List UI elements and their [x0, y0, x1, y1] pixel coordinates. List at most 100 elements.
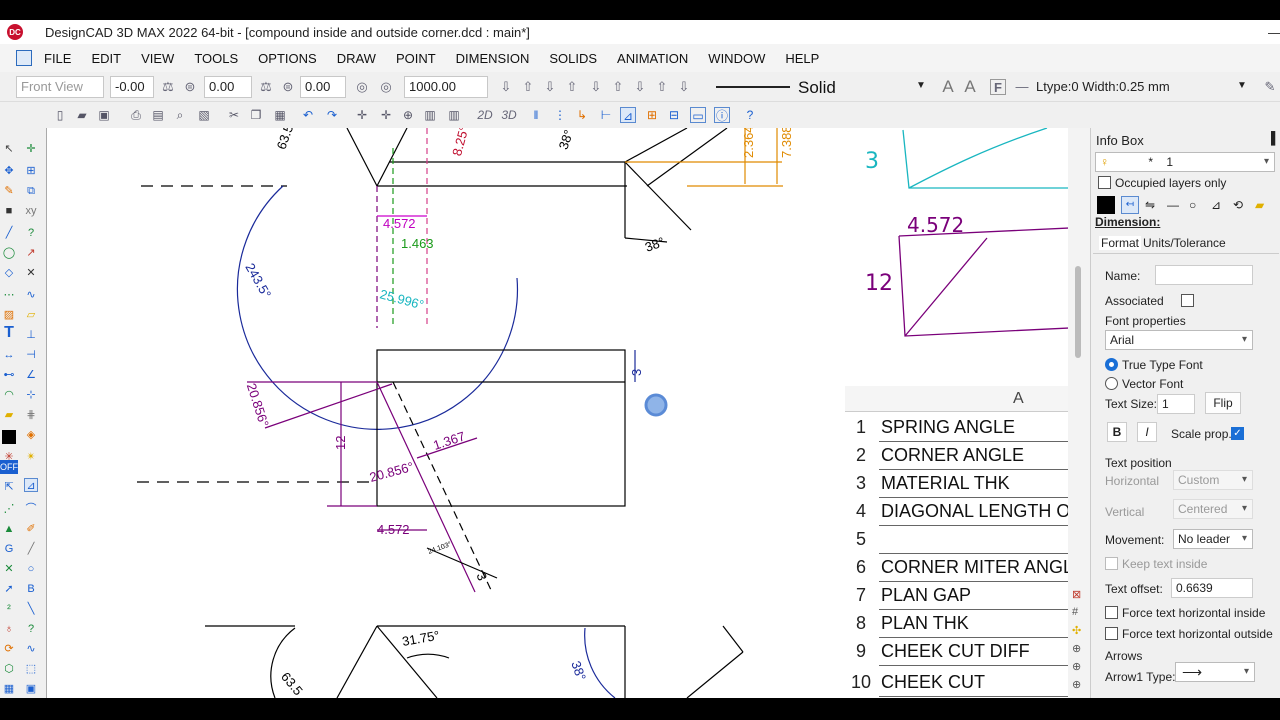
triangle-tool-icon[interactable]: ▲: [2, 522, 16, 536]
line-tool-icon[interactable]: ╱: [2, 226, 16, 240]
menu-options[interactable]: OPTIONS: [258, 51, 317, 66]
textsize-field[interactable]: 1: [1157, 394, 1195, 414]
dim-rotate-icon[interactable]: ⟲: [1233, 198, 1243, 212]
pointer4-icon[interactable]: ⇧: [564, 79, 580, 95]
text-tool-icon[interactable]: T: [2, 325, 16, 341]
arc-tool-icon[interactable]: ⌒: [24, 502, 38, 516]
menu-point[interactable]: POINT: [396, 51, 436, 66]
spiral2-icon[interactable]: ◎: [378, 79, 394, 95]
color-swatch[interactable]: [2, 430, 16, 444]
pointer5-icon[interactable]: ⇩: [588, 79, 604, 95]
menu-window[interactable]: WINDOW: [708, 51, 765, 66]
cut-icon[interactable]: ✂: [226, 107, 242, 123]
slash-tool-icon[interactable]: ╱: [24, 542, 38, 556]
undo-icon[interactable]: ↶: [300, 107, 316, 123]
sheet-grid-icon[interactable]: #: [1072, 606, 1078, 618]
layer-icon[interactable]: ▥: [422, 107, 438, 123]
drawing-canvas[interactable]: 63.5 8.25° 38° 2.364 7.388 38° 4.572 1.4…: [46, 128, 1068, 698]
pause-icon[interactable]: ‖: [528, 107, 544, 123]
row-number[interactable]: 10: [845, 672, 877, 693]
z-input[interactable]: 0.00: [300, 76, 346, 98]
row-number[interactable]: 1: [845, 417, 877, 438]
align-icon[interactable]: ⊟: [666, 107, 682, 123]
rotate-tool-icon[interactable]: ⟳: [2, 642, 16, 656]
spiral-icon[interactable]: ◎: [354, 79, 370, 95]
menu-solids[interactable]: SOLIDS: [549, 51, 597, 66]
pin-tool-icon[interactable]: ♁: [2, 622, 16, 636]
find-icon[interactable]: ⌕: [172, 107, 188, 123]
layer-select[interactable]: ♀ * 1 ▾: [1095, 152, 1275, 172]
pointer-icon[interactable]: ⇩: [498, 79, 514, 95]
pointer9-icon[interactable]: ⇩: [676, 79, 692, 95]
layer2-icon[interactable]: ▥: [446, 107, 462, 123]
2d-mode-button[interactable]: 2D: [474, 107, 496, 123]
move-tool-icon[interactable]: ✥: [2, 164, 16, 178]
question-tool-icon[interactable]: ?: [24, 622, 38, 636]
fill-tool-icon[interactable]: ▱: [24, 308, 38, 322]
zoom-icon[interactable]: ⊕: [400, 107, 416, 123]
lock2-icon[interactable]: ⊜: [280, 79, 296, 95]
row-number[interactable]: 3: [845, 473, 877, 494]
pin-icon[interactable]: ▌: [1271, 131, 1280, 145]
dim-style-icon[interactable]: ↤: [1121, 196, 1139, 214]
square-tool-icon[interactable]: ■: [2, 204, 16, 218]
snap-grid-icon[interactable]: ⊢: [598, 107, 614, 123]
name-field[interactable]: [1155, 265, 1253, 285]
menu-view[interactable]: VIEW: [141, 51, 174, 66]
print-preview-icon[interactable]: ▤: [150, 107, 166, 123]
point-tool-icon[interactable]: ✛: [24, 142, 38, 156]
lock-icon[interactable]: ⊜: [182, 79, 198, 95]
pointer2-icon[interactable]: ⇧: [520, 79, 536, 95]
paste-icon[interactable]: ▦: [272, 107, 288, 123]
menu-help[interactable]: HELP: [785, 51, 819, 66]
vector-radio[interactable]: [1105, 377, 1118, 390]
row-number[interactable]: 7: [845, 585, 877, 606]
scaleprop-checkbox[interactable]: ✓: [1231, 427, 1244, 440]
zoom-out-icon[interactable]: ⊕: [1072, 660, 1081, 673]
font-icon[interactable]: F: [990, 79, 1006, 95]
hatch-tool-icon[interactable]: ▨: [2, 308, 16, 322]
page-setup-icon[interactable]: ▧: [196, 107, 212, 123]
pointer7-icon[interactable]: ⇩: [632, 79, 648, 95]
scroll-thumb[interactable]: [1075, 266, 1081, 358]
circle-tool-icon[interactable]: ◯: [2, 246, 16, 260]
zoom-in-icon[interactable]: ⊕: [1072, 642, 1081, 655]
ruler-tool-icon[interactable]: ⊥: [24, 328, 38, 342]
black-color-swatch[interactable]: [1097, 196, 1115, 214]
open-folder-icon[interactable]: ▰: [74, 107, 90, 123]
pointer6-icon[interactable]: ⇧: [610, 79, 626, 95]
sheet-cell[interactable]: SPRING ANGLE: [881, 417, 1015, 438]
ortho-icon[interactable]: ↳: [574, 107, 590, 123]
brush-tool-icon[interactable]: ✐: [24, 522, 38, 536]
grid2-tool-icon[interactable]: ▦: [2, 682, 16, 696]
sheet-cell[interactable]: DIAGONAL LENGTH OF: [881, 501, 1068, 522]
window-icon[interactable]: ▭: [690, 107, 706, 123]
sheet-star-icon[interactable]: ✣: [1072, 624, 1081, 637]
dim-horizontal-icon[interactable]: ↔: [2, 348, 16, 362]
arrow1-select[interactable]: ⟶ ▾: [1175, 662, 1255, 682]
dim-arc-icon[interactable]: ◠: [2, 388, 16, 402]
column-header-a[interactable]: A: [1013, 390, 1024, 408]
link-tool-icon[interactable]: ⇱: [2, 480, 16, 494]
arrowhead-tool-icon[interactable]: ➚: [2, 582, 16, 596]
sheet-cell[interactable]: CORNER ANGLE: [881, 445, 1024, 466]
diamond-tool-icon[interactable]: ◇: [2, 266, 16, 280]
help-cursor-icon[interactable]: ?: [742, 107, 758, 123]
y-input[interactable]: 0.00: [204, 76, 252, 98]
italic-button[interactable]: I: [1137, 422, 1157, 442]
info-icon[interactable]: ⓘ: [714, 107, 730, 123]
tile-icon[interactable]: ⊞: [644, 107, 660, 123]
vertical-select[interactable]: Centered ▾: [1173, 499, 1253, 519]
dim-aligned-icon[interactable]: ⊷: [2, 368, 16, 382]
x-input[interactable]: -0.00: [110, 76, 154, 98]
sheet-tool-icon[interactable]: ⊠: [1072, 588, 1081, 601]
dim-leader-icon[interactable]: ▰: [2, 408, 16, 422]
row-number[interactable]: 2: [845, 445, 877, 466]
sheet-cell[interactable]: PLAN GAP: [881, 585, 971, 606]
row-number[interactable]: 9: [845, 641, 877, 662]
cross-tool-icon[interactable]: ✕: [24, 266, 38, 280]
zoom-fit-icon[interactable]: ⊕: [1072, 678, 1081, 691]
row-number[interactable]: 8: [845, 613, 877, 634]
scale-input[interactable]: 1000.00: [404, 76, 488, 98]
dim-radius-icon[interactable]: ⊹: [24, 388, 38, 402]
